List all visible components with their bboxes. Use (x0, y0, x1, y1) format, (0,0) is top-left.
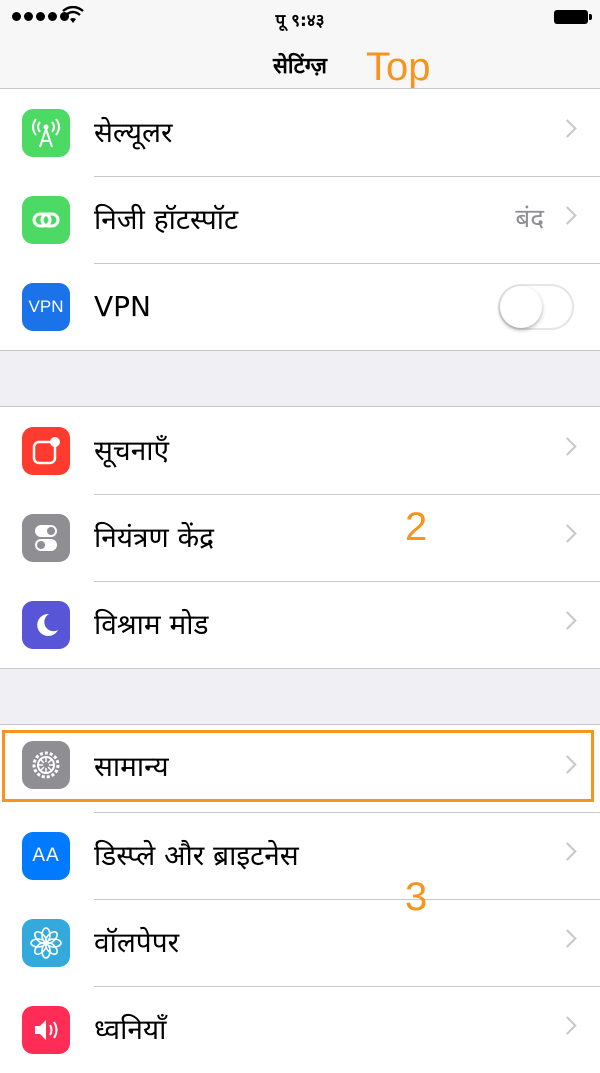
control-center-icon (22, 514, 70, 562)
settings-row-label: डिस्प्ले और ब्राइटनेस (94, 839, 299, 872)
page-title: सेटिंग्ज़ (273, 54, 327, 79)
chevron-right-icon (558, 611, 577, 630)
vpn-icon: VPN (22, 283, 70, 331)
settings-row-label: निजी हॉटस्पॉट (94, 203, 239, 236)
settings-row-sounds[interactable]: ध्वनियाँ (0, 986, 600, 1073)
settings-row-do-not-disturb[interactable]: विश्राम मोड (0, 581, 600, 668)
settings-group-connectivity: सेल्यूलर निजी हॉटस्पॉट बंद VPN VPN (0, 88, 600, 351)
settings-row-label: नियंत्रण केंद्र (94, 521, 215, 554)
settings-row-cellular[interactable]: सेल्यूलर (0, 89, 600, 176)
settings-row-wallpaper[interactable]: वॉलपेपर (0, 899, 600, 986)
highlight-box-general (2, 730, 594, 802)
settings-row-label: विश्राम मोड (94, 608, 209, 641)
chevron-right-icon (558, 842, 577, 861)
settings-row-control-center[interactable]: नियंत्रण केंद्र (0, 494, 600, 581)
personal-hotspot-icon (22, 196, 70, 244)
settings-row-label: सूचनाएँ (94, 434, 169, 467)
settings-row-display-brightness[interactable]: AA डिस्प्ले और ब्राइटनेस (0, 812, 600, 899)
do-not-disturb-moon-icon (22, 601, 70, 649)
settings-row-vpn: VPN VPN (0, 263, 600, 350)
hotspot-status-value: बंद (515, 204, 544, 234)
vpn-toggle[interactable] (498, 284, 574, 330)
annotation-3: 3 (405, 875, 428, 919)
chevron-right-icon (558, 206, 577, 225)
cellular-antenna-icon (22, 109, 70, 157)
battery-icon (554, 10, 592, 24)
settings-row-label: सेल्यूलर (94, 116, 173, 149)
sounds-speaker-icon (22, 1006, 70, 1054)
chevron-right-icon (558, 929, 577, 948)
chevron-right-icon (558, 1016, 577, 1035)
settings-row-label: ध्वनियाँ (94, 1013, 167, 1046)
toggle-knob (500, 286, 542, 328)
settings-row-notifications[interactable]: सूचनाएँ (0, 407, 600, 494)
status-bar: पू ९:४३ (0, 0, 600, 40)
chevron-right-icon (558, 524, 577, 543)
annotation-2: 2 (405, 505, 428, 549)
settings-row-label: VPN (94, 290, 151, 323)
chevron-right-icon (558, 437, 577, 456)
wallpaper-flower-icon (22, 919, 70, 967)
annotation-top: Top (366, 45, 431, 89)
settings-row-personal-hotspot[interactable]: निजी हॉटस्पॉट बंद (0, 176, 600, 263)
status-time: पू ९:४३ (275, 11, 325, 31)
notifications-icon (22, 427, 70, 475)
settings-row-label: वॉलपेपर (94, 926, 180, 959)
chevron-right-icon (558, 119, 577, 138)
display-brightness-icon: AA (22, 832, 70, 880)
settings-group-notifications: सूचनाएँ नियंत्रण केंद्र विश्राम मोड (0, 406, 600, 669)
